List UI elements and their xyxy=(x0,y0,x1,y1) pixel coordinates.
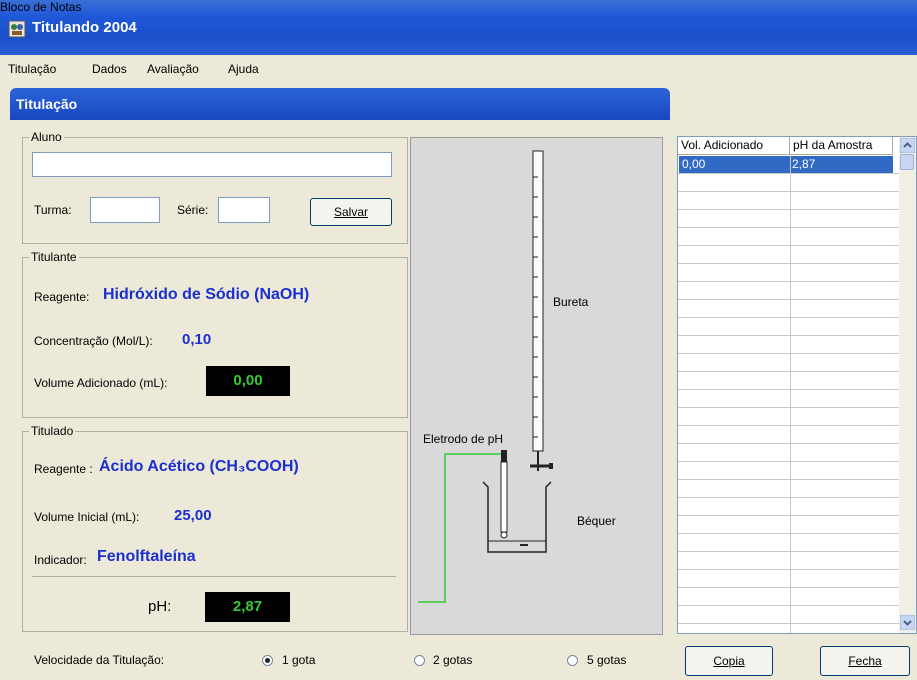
grid-line xyxy=(678,407,899,408)
titulacao-panel-header: Titulação xyxy=(10,88,670,120)
grid-line xyxy=(678,281,899,282)
eletrodo-label: Eletrodo de pH xyxy=(423,432,504,446)
grid-line xyxy=(678,515,899,516)
volume-inicial-label: Volume Inicial (mL): xyxy=(34,510,140,524)
ph-label: pH: xyxy=(148,598,172,615)
indicador-value: Fenolftaleína xyxy=(97,548,196,565)
titulado-reagente-value: Ácido Acético (CH₃COOH) xyxy=(99,458,299,475)
concentracao-value: 0,10 xyxy=(182,331,212,348)
grid-line xyxy=(678,227,899,228)
turma-input[interactable] xyxy=(90,197,160,223)
radio-2-gotas[interactable] xyxy=(414,655,425,666)
beaker xyxy=(482,481,552,553)
volume-adicionado-label: Volume Adicionado (mL): xyxy=(34,376,168,390)
electrode-wire xyxy=(418,453,502,603)
serie-label: Série: xyxy=(177,203,209,217)
grid-line xyxy=(678,497,899,498)
grid-line xyxy=(678,173,899,174)
titulado-divider xyxy=(32,576,396,577)
copy-button[interactable]: Copia xyxy=(685,646,773,676)
grid-line xyxy=(678,623,899,624)
column-header-volume[interactable]: Vol. Adicionado xyxy=(678,137,790,155)
ph-display: 2,87 xyxy=(205,592,290,622)
window-title: Titulando 2004 xyxy=(32,19,137,36)
concentracao-label: Concentração (Mol/L): xyxy=(34,334,153,348)
grid-line xyxy=(678,425,899,426)
grid-line xyxy=(678,371,899,372)
radio-1-gota-label[interactable]: 1 gota xyxy=(282,653,315,667)
radio-1-gota[interactable] xyxy=(262,655,273,666)
serie-input[interactable] xyxy=(218,197,270,223)
titulacao-panel-title: Titulação xyxy=(16,96,78,112)
grid-line xyxy=(678,245,899,246)
velocidade-label: Velocidade da Titulação: xyxy=(34,653,165,667)
notes-grid[interactable]: Vol. Adicionado pH da Amostra 0,00 2,87 xyxy=(677,136,917,634)
app-icon xyxy=(8,20,26,38)
menu-avaliacao[interactable]: Avaliação xyxy=(147,62,199,76)
volume-adicionado-display: 0,00 xyxy=(206,366,290,396)
grid-line xyxy=(678,209,899,210)
cell-volume: 0,00 xyxy=(682,157,706,171)
radio-2-gotas-label[interactable]: 2 gotas xyxy=(433,653,472,667)
aluno-name-input[interactable] xyxy=(32,152,392,177)
titulante-reagente-label: Reagente: xyxy=(34,290,90,304)
notes-scrollbar[interactable] xyxy=(899,137,916,633)
ph-electrode xyxy=(500,450,508,539)
menu-titulacao[interactable]: Titulação xyxy=(8,62,56,76)
indicador-label: Indicador: xyxy=(34,553,87,567)
grid-line xyxy=(678,587,899,588)
column-header-ph[interactable]: pH da Amostra xyxy=(790,137,893,155)
grid-line xyxy=(678,461,899,462)
aluno-legend: Aluno xyxy=(31,130,62,144)
titulado-legend: Titulado xyxy=(31,424,74,438)
bequer-label: Béquer xyxy=(577,514,616,528)
turma-label: Turma: xyxy=(34,203,72,217)
table-row[interactable]: 0,00 2,87 xyxy=(679,156,893,173)
cell-ph: 2,87 xyxy=(792,157,816,171)
grid-line xyxy=(678,263,899,264)
menu-ajuda[interactable]: Ajuda xyxy=(228,62,259,76)
grid-line xyxy=(678,569,899,570)
menu-bar: Titulação Dados Avaliação Ajuda xyxy=(0,55,917,83)
apparatus-drawing xyxy=(418,150,553,603)
titulante-reagente-value: Hidróxido de Sódio (NaOH) xyxy=(103,286,310,303)
radio-5-gotas-label[interactable]: 5 gotas xyxy=(587,653,626,667)
grid-line xyxy=(678,191,899,192)
radio-5-gotas[interactable] xyxy=(567,655,578,666)
grid-line xyxy=(678,551,899,552)
grid-line xyxy=(678,335,899,336)
notas-panel-header: Bloco de Notas xyxy=(0,0,81,14)
grid-line xyxy=(678,299,899,300)
save-button[interactable]: Salvar xyxy=(310,198,392,226)
grid-line xyxy=(678,605,899,606)
grid-line xyxy=(678,479,899,480)
titulante-legend: Titulante xyxy=(31,250,77,264)
close-button[interactable]: Fecha xyxy=(820,646,910,676)
scroll-up-icon[interactable] xyxy=(900,138,915,153)
aluno-group: Aluno xyxy=(22,130,408,244)
burette xyxy=(530,150,553,471)
grid-line xyxy=(678,443,899,444)
menu-dados[interactable]: Dados xyxy=(92,62,127,76)
grid-line xyxy=(678,317,899,318)
volume-inicial-value: 25,00 xyxy=(174,507,212,524)
grid-line xyxy=(678,533,899,534)
title-bar xyxy=(0,0,917,55)
bureta-label: Bureta xyxy=(553,295,589,309)
titulado-reagente-label: Reagente : xyxy=(34,462,93,476)
notas-panel-title: Bloco de Notas xyxy=(0,0,82,14)
scroll-down-icon[interactable] xyxy=(900,615,915,630)
grid-line xyxy=(678,389,899,390)
scroll-thumb[interactable] xyxy=(900,154,914,170)
grid-line xyxy=(678,353,899,354)
